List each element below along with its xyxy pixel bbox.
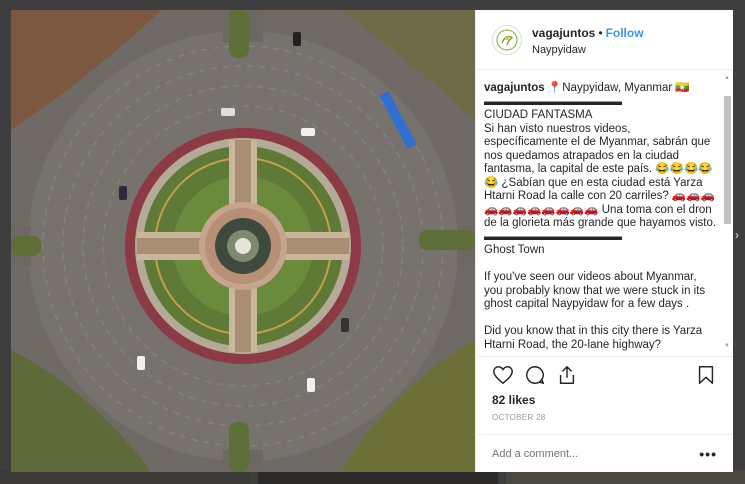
location-link[interactable]: Naypyidaw [532, 44, 644, 56]
roundabout-aerial-image [11, 10, 475, 472]
scroll-down-icon[interactable]: ▼ [723, 342, 731, 350]
header-text: vagajuntos • Follow Naypyidaw [532, 24, 644, 56]
username-link[interactable]: vagajuntos [532, 26, 595, 40]
comment-icon[interactable] [524, 364, 546, 386]
caption-text: 📍Naypyidaw, Myanmar 🇲🇲 ▬▬▬▬▬▬▬▬▬▬▬▬ CIUD… [484, 82, 717, 351]
background-thumbnail [258, 470, 498, 484]
post-header: vagajuntos • Follow Naypyidaw [476, 10, 733, 70]
action-bar [476, 357, 733, 393]
caption-username[interactable]: vagajuntos [484, 82, 545, 94]
separator-dot: • [598, 25, 603, 40]
scroll-thumb[interactable] [724, 96, 731, 224]
post-photo[interactable] [11, 10, 475, 472]
caption-area[interactable]: vagajuntos 📍Naypyidaw, Myanmar 🇲🇲 ▬▬▬▬▬▬… [476, 70, 733, 357]
post-sidebar: vagajuntos • Follow Naypyidaw vagajuntos 📍… [475, 10, 733, 472]
share-icon[interactable] [556, 364, 578, 386]
scroll-up-icon[interactable]: ▲ [723, 74, 731, 82]
post-date: October 28 [492, 413, 546, 422]
caption-scrollbar[interactable]: ▲ ▼ [723, 74, 731, 350]
next-post-arrow-icon[interactable]: › [735, 228, 745, 242]
comment-box: ••• [476, 434, 733, 472]
background-thumbnail [506, 470, 745, 484]
follow-button[interactable]: Follow [606, 26, 644, 40]
vagajuntos-logo-icon[interactable] [492, 24, 522, 55]
bookmark-icon[interactable] [695, 364, 717, 386]
likes-count[interactable]: 82 likes [476, 393, 733, 407]
heart-icon[interactable] [492, 364, 514, 386]
comment-input[interactable] [492, 447, 700, 460]
background-thumbnail [0, 470, 250, 484]
post-modal: vagajuntos • Follow Naypyidaw vagajuntos 📍… [11, 10, 733, 472]
more-options-icon[interactable]: ••• [699, 446, 717, 462]
caption: vagajuntos 📍Naypyidaw, Myanmar 🇲🇲 ▬▬▬▬▬▬… [484, 82, 717, 352]
